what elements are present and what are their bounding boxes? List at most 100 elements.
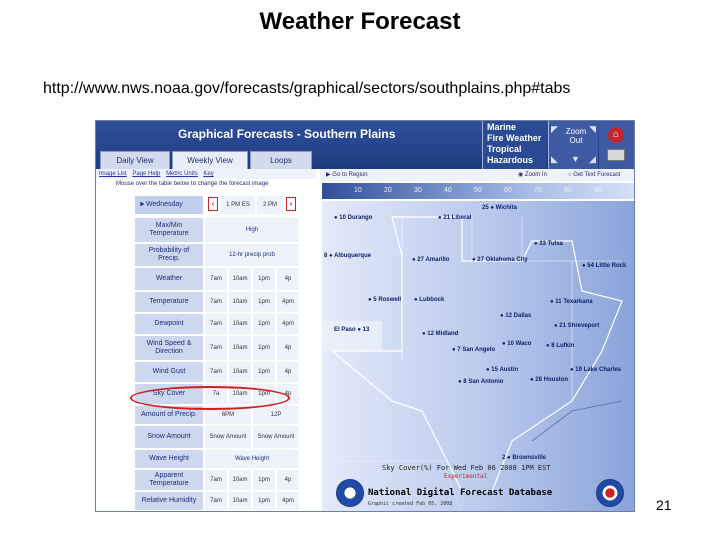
table-row: Probability of Precip. 12-hr precip prob (134, 243, 300, 267)
zoom-in-option[interactable]: ◉ Zoom In (518, 169, 547, 181)
value-cell[interactable]: 1pm (252, 491, 276, 511)
value-cell[interactable]: 1pm (252, 291, 276, 313)
page-title: Graphical Forecasts - Southern Plains (178, 127, 396, 141)
goto-region-link[interactable]: ▶ Go to Region (326, 169, 368, 181)
value-cell[interactable]: 7am (204, 267, 228, 291)
arrow-down-icon[interactable]: ▼ (571, 155, 580, 164)
value-cell[interactable]: 10am (228, 491, 252, 511)
page-header: Graphical Forecasts - Southern Plains Da… (96, 121, 634, 169)
value-cell[interactable]: 1pm (252, 267, 276, 291)
value-cell[interactable]: 1pm (252, 361, 276, 383)
value-cell[interactable]: 7am (204, 361, 228, 383)
city-little-rock: ● 54 Little Rock (582, 263, 627, 269)
time-cell[interactable]: 2 PM (256, 195, 284, 215)
value-cell[interactable]: 7am (204, 313, 228, 335)
city-lake-charles: ● 19 Lake Charles (570, 367, 622, 373)
value-cell[interactable]: 4pm (276, 491, 300, 511)
row-label[interactable]: Apparent Temperature (134, 469, 204, 491)
value-cell[interactable]: 7am (204, 469, 228, 491)
row-label[interactable]: Weather (134, 267, 204, 291)
value-cell[interactable]: 12-hr precip prob (204, 243, 300, 267)
get-text-option[interactable]: ○ Get Text Forecast (568, 169, 621, 181)
value-cell[interactable]: 10am (228, 335, 252, 361)
city-houston: ● 28 Houston (530, 377, 568, 383)
image-list-link[interactable]: Image List (99, 171, 127, 177)
value-cell[interactable]: Wave Height (204, 449, 300, 469)
value-cell[interactable]: Snow Amount (252, 425, 300, 449)
row-label[interactable]: Relative Humidity (134, 491, 204, 511)
value-cell[interactable]: 4pm (276, 291, 300, 313)
row-label[interactable]: Dewpoint (134, 313, 204, 335)
value-cell[interactable]: 7am (204, 335, 228, 361)
table-row: Snow Amount Snow Amount Snow Amount (134, 425, 300, 449)
tools-panel: ⌂ (599, 121, 634, 169)
value-cell[interactable]: 4p (276, 361, 300, 383)
time-cell[interactable]: 1 PM ES (220, 195, 256, 215)
tab-daily-view[interactable]: Daily View (100, 151, 170, 169)
printer-icon[interactable] (607, 149, 625, 161)
row-label[interactable]: Wind Gust (134, 361, 204, 383)
map-footnote: Graphic created Feb 05, 2008 (368, 501, 453, 507)
city-dallas: ● 12 Dallas (500, 313, 532, 319)
city-austin: ● 15 Austin (486, 367, 519, 373)
zoom-out-button[interactable]: Zoom Out (561, 127, 591, 145)
value-cell[interactable]: 4pm (276, 313, 300, 335)
hazardous-link[interactable]: Hazardous (487, 155, 546, 166)
ndfd-title: National Digital Forecast Database (368, 488, 553, 498)
city-el-paso: El Paso ● 13 (334, 327, 370, 333)
arrow-up-left-icon[interactable]: ◤ (551, 125, 558, 134)
value-cell[interactable]: 12P (252, 405, 300, 425)
home-icon[interactable]: ⌂ (608, 127, 624, 143)
city-oklahoma-city: ● 27 Oklahoma City (472, 257, 528, 263)
value-cell[interactable]: 10am (228, 361, 252, 383)
value-cell[interactable]: 7am (204, 491, 228, 511)
forecast-url[interactable]: http://www.nws.noaa.gov/forecasts/graphi… (43, 80, 570, 98)
arrow-down-right-icon[interactable]: ◢ (589, 155, 596, 164)
city-wichita: 25 ● Wichita (482, 205, 517, 211)
value-cell[interactable]: 10am (228, 291, 252, 313)
value-cell[interactable]: 10am (228, 469, 252, 491)
map-caption-status: Experimental (444, 473, 488, 480)
tab-loops[interactable]: Loops (250, 151, 312, 169)
row-label[interactable]: Temperature (134, 291, 204, 313)
value-cell[interactable]: 4p (276, 335, 300, 361)
nws-logo-icon (596, 479, 624, 507)
row-label[interactable]: Wave Height (134, 449, 204, 469)
value-cell[interactable]: High (204, 217, 300, 243)
row-label[interactable]: Wind Speed & Direction (134, 335, 204, 361)
value-cell[interactable]: 10am (228, 267, 252, 291)
value-cell[interactable]: 1pm (252, 469, 276, 491)
legend-tick: 30 (414, 187, 422, 194)
prev-day-button[interactable]: ‹ (208, 197, 218, 211)
value-cell[interactable]: Snow Amount (204, 425, 252, 449)
value-cell[interactable]: 1pm (252, 335, 276, 361)
arrow-down-left-icon[interactable]: ◣ (551, 155, 558, 164)
row-label[interactable]: Snow Amount (134, 425, 204, 449)
legend-tick: 60 (504, 187, 512, 194)
metric-units-link[interactable]: Metric Units (166, 171, 198, 177)
value-cell[interactable]: 1pm (252, 313, 276, 335)
key-link[interactable]: Key (203, 171, 213, 177)
tropical-link[interactable]: Tropical (487, 144, 546, 155)
map-controls: ▶ Go to Region ◉ Zoom In ○ Get Text Fore… (320, 169, 634, 181)
legend-tick: 90 (594, 187, 602, 194)
city-midland: ● 12 Midland (422, 331, 459, 337)
city-lubbock: ● Lubbock (414, 297, 445, 303)
value-cell[interactable]: 7am (204, 291, 228, 313)
city-roswell: ● 5 Roswell (368, 297, 401, 303)
table-row: Weather 7am 10am 1pm 4p (134, 267, 300, 291)
value-cell[interactable]: 4p (276, 267, 300, 291)
tab-weekly-view[interactable]: Weekly View (172, 151, 248, 169)
value-cell[interactable]: 10am (228, 313, 252, 335)
page-help-link[interactable]: Page Help (132, 171, 160, 177)
next-day-button[interactable]: › (286, 197, 296, 211)
city-amarillo: ● 27 Amarillo (412, 257, 450, 263)
row-label[interactable]: Probability of Precip. (134, 243, 204, 267)
value-cell[interactable]: 4p (276, 469, 300, 491)
table-row: Temperature 7am 10am 1pm 4pm (134, 291, 300, 313)
sub-links: Image List Page Help Metric Units Key (96, 169, 316, 179)
fire-weather-link[interactable]: Fire Weather (487, 133, 546, 144)
marine-link[interactable]: Marine (487, 122, 546, 133)
day-label[interactable]: ► Wednesday (134, 195, 204, 215)
row-label[interactable]: Max/Min Temperature (134, 217, 204, 243)
